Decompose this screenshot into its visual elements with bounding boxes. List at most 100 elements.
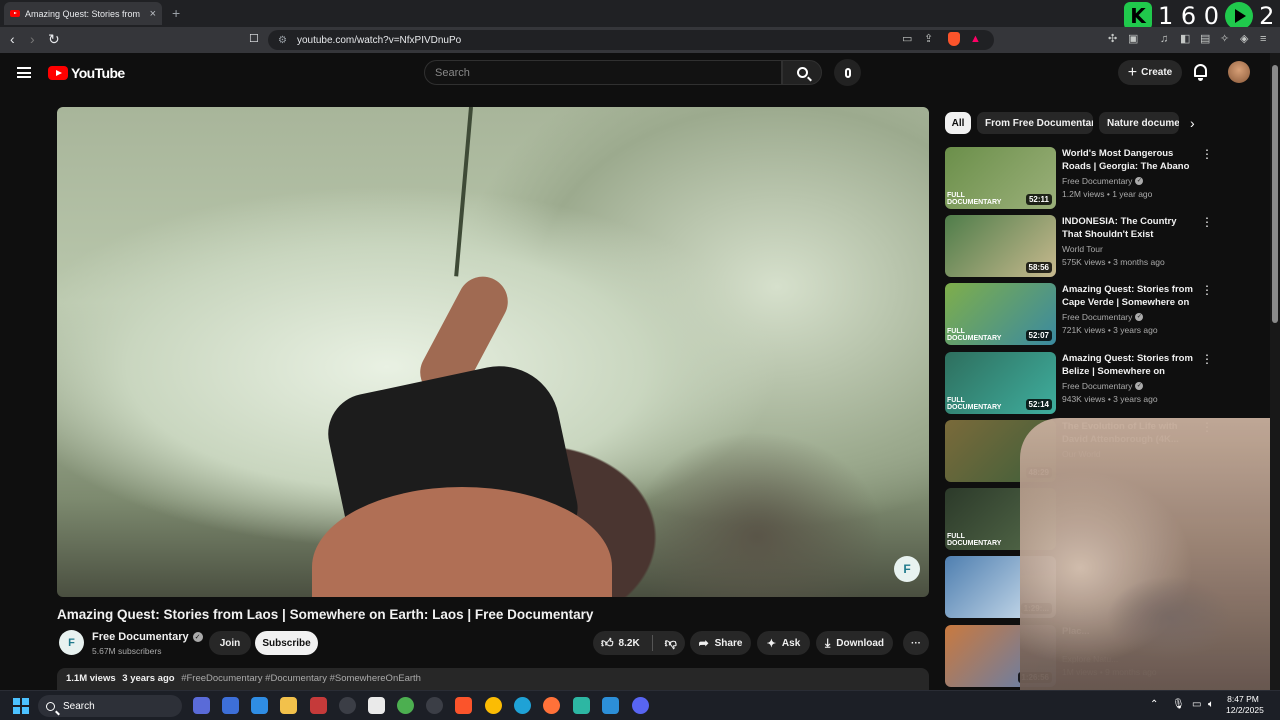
teams-icon[interactable] — [193, 697, 210, 714]
chip-nature[interactable]: Nature documen — [1099, 112, 1179, 134]
search-button[interactable] — [782, 60, 822, 85]
recommendation-title[interactable]: World's Most Dangerous Roads | Georgia: … — [1062, 147, 1194, 174]
network-icon[interactable]: ▭ — [1192, 699, 1201, 710]
menu-icon[interactable]: ≡ — [1260, 33, 1266, 45]
reload-icon[interactable]: ↻ — [48, 32, 60, 46]
recommendation-channel[interactable]: Free Documentary ✓ — [1062, 381, 1144, 391]
brave-rewards-icon[interactable]: ▲ — [970, 33, 981, 45]
video-player[interactable]: F — [57, 107, 929, 597]
chip-all[interactable]: All — [945, 112, 971, 134]
forward-icon[interactable]: › — [30, 32, 35, 46]
edge-icon[interactable] — [514, 697, 531, 714]
play-logo-icon — [1225, 2, 1254, 30]
recommendation-card[interactable]: FULL DOCUMENTARY 52:11 World's Most Danger… — [945, 147, 1215, 211]
notifications-bell-icon[interactable] — [1194, 64, 1207, 81]
share-button[interactable]: ➦ Share — [690, 631, 751, 655]
cast-icon[interactable]: ▭ — [902, 33, 912, 45]
brave-shields-icon[interactable] — [948, 32, 960, 46]
app-icon[interactable] — [251, 697, 268, 714]
scrollbar-thumb[interactable] — [1272, 65, 1278, 323]
account-avatar[interactable] — [1228, 61, 1250, 83]
microphone-icon — [844, 67, 851, 78]
webcam-overlay — [1020, 418, 1278, 690]
recommendation-meta: 575K views • 3 months ago — [1062, 257, 1165, 267]
verified-icon: ✓ — [1135, 382, 1144, 390]
recommendation-title[interactable]: INDONESIA: The Country That Shouldn't Ex… — [1062, 215, 1194, 241]
volume-icon[interactable]: 🔈︎ — [1208, 699, 1214, 710]
channel-avatar[interactable]: F — [59, 630, 84, 655]
screenshot-icon[interactable]: ▣ — [1128, 33, 1138, 45]
counter-value: 1 6 0 — [1158, 2, 1220, 30]
windows-start-icon[interactable] — [13, 698, 29, 714]
leo-ai-icon[interactable]: ✧ — [1220, 33, 1229, 45]
full-documentary-badge: FULL DOCUMENTARY — [947, 192, 1002, 206]
video-thumbnail[interactable]: FULL DOCUMENTARY 52:07 — [945, 283, 1056, 345]
hashtags[interactable]: #FreeDocumentary #Documentary #Somewhere… — [181, 673, 421, 684]
kick-logo: K — [1124, 2, 1152, 30]
create-button[interactable]: + Create — [1118, 60, 1182, 85]
search-input[interactable] — [435, 66, 781, 79]
recommendation-channel[interactable]: Free Documentary ✓ — [1062, 176, 1144, 186]
sidebar-icon[interactable]: ◧ — [1180, 33, 1190, 45]
firefox-icon[interactable] — [543, 697, 560, 714]
file-explorer-icon[interactable] — [280, 697, 297, 714]
description-box[interactable]: 1.1M views 3 years ago #FreeDocumentary … — [57, 668, 929, 690]
recommendation-card[interactable]: FULL DOCUMENTARY 52:07 Amazing Quest: Stor… — [945, 283, 1215, 347]
join-button[interactable]: Join — [209, 631, 251, 655]
new-tab-button[interactable]: + — [172, 5, 180, 21]
guide-menu-icon[interactable] — [17, 67, 31, 78]
more-options-icon[interactable]: ⋮ — [1201, 215, 1213, 229]
wallet-icon[interactable]: ▤ — [1200, 33, 1210, 45]
discord-icon[interactable] — [632, 697, 649, 714]
thumbs-down-icon[interactable]: 👎︎ — [665, 636, 677, 651]
system-clock[interactable]: 8:47 PM 12/2/2025 — [1226, 694, 1264, 716]
browser-tab[interactable]: Amazing Quest: Stories from × — [4, 2, 162, 25]
extensions-icon[interactable]: ✣ — [1108, 33, 1117, 45]
obs-icon[interactable] — [426, 697, 443, 714]
ask-button[interactable]: ✦ Ask — [757, 631, 810, 655]
recommendation-card[interactable]: 58:56 INDONESIA: The Country That Shouldn… — [945, 215, 1215, 279]
capcut-icon[interactable] — [368, 697, 385, 714]
video-thumbnail[interactable]: FULL DOCUMENTARY 52:11 — [945, 147, 1056, 209]
recommendation-card[interactable]: FULL DOCUMENTARY 52:14 Amazing Quest: Stor… — [945, 352, 1215, 416]
netflix-icon[interactable] — [310, 697, 327, 714]
more-options-icon[interactable]: ⋮ — [1201, 352, 1213, 366]
chrome-icon[interactable] — [485, 697, 502, 714]
share-page-icon[interactable]: ⇪ — [924, 33, 933, 45]
page-scrollbar[interactable] — [1270, 53, 1280, 690]
more-options-icon[interactable]: ⋮ — [1201, 147, 1213, 161]
arduino-icon[interactable] — [573, 697, 590, 714]
channel-watermark[interactable]: F — [894, 556, 920, 582]
clock-app-icon[interactable] — [339, 697, 356, 714]
channel-name[interactable]: Free Documentary — [92, 631, 189, 643]
widgets-icon[interactable] — [222, 697, 239, 714]
recommendation-channel[interactable]: Free Documentary ✓ — [1062, 312, 1144, 322]
chip-from-channel[interactable]: From Free Documentary — [977, 112, 1093, 134]
video-thumbnail[interactable]: 58:56 — [945, 215, 1056, 277]
url-field[interactable]: ⚙ youtube.com/watch?v=NfxPIVDnuPo — [268, 30, 994, 50]
site-info-icon[interactable]: ⚙ — [278, 35, 287, 46]
more-actions-button[interactable]: ··· — [903, 631, 929, 655]
chevron-right-icon[interactable]: › — [1190, 115, 1195, 131]
like-button[interactable]: 👍︎ 8.2K — [601, 636, 640, 651]
recommendation-title[interactable]: Amazing Quest: Stories from Belize | Som… — [1062, 352, 1194, 379]
youtube-logo[interactable]: YouTube — [48, 65, 125, 81]
tray-overflow-icon[interactable]: ⌃ — [1150, 699, 1158, 710]
media-icon[interactable]: ♫ — [1160, 33, 1168, 45]
subscribe-button[interactable]: Subscribe — [255, 631, 318, 655]
video-thumbnail[interactable]: FULL DOCUMENTARY 52:14 — [945, 352, 1056, 414]
recommendation-title[interactable]: Amazing Quest: Stories from Cape Verde |… — [1062, 283, 1194, 310]
vpn-icon[interactable]: ◈ — [1240, 33, 1248, 45]
brave-icon[interactable] — [455, 697, 472, 714]
vscode-icon[interactable] — [602, 697, 619, 714]
bookmark-icon[interactable]: ☐ — [249, 32, 259, 46]
back-icon[interactable]: ‹ — [10, 32, 15, 46]
taskbar-search[interactable]: Search — [38, 695, 182, 717]
more-options-icon[interactable]: ⋮ — [1201, 283, 1213, 297]
close-tab-icon[interactable]: × — [150, 8, 156, 20]
shield-app-icon[interactable] — [397, 697, 414, 714]
download-button[interactable]: ⤓ Download — [816, 631, 893, 655]
recommendation-channel[interactable]: World Tour — [1062, 244, 1103, 254]
microphone-tray-icon[interactable]: 🎙︎ — [1172, 699, 1185, 710]
voice-search-button[interactable] — [834, 59, 861, 86]
